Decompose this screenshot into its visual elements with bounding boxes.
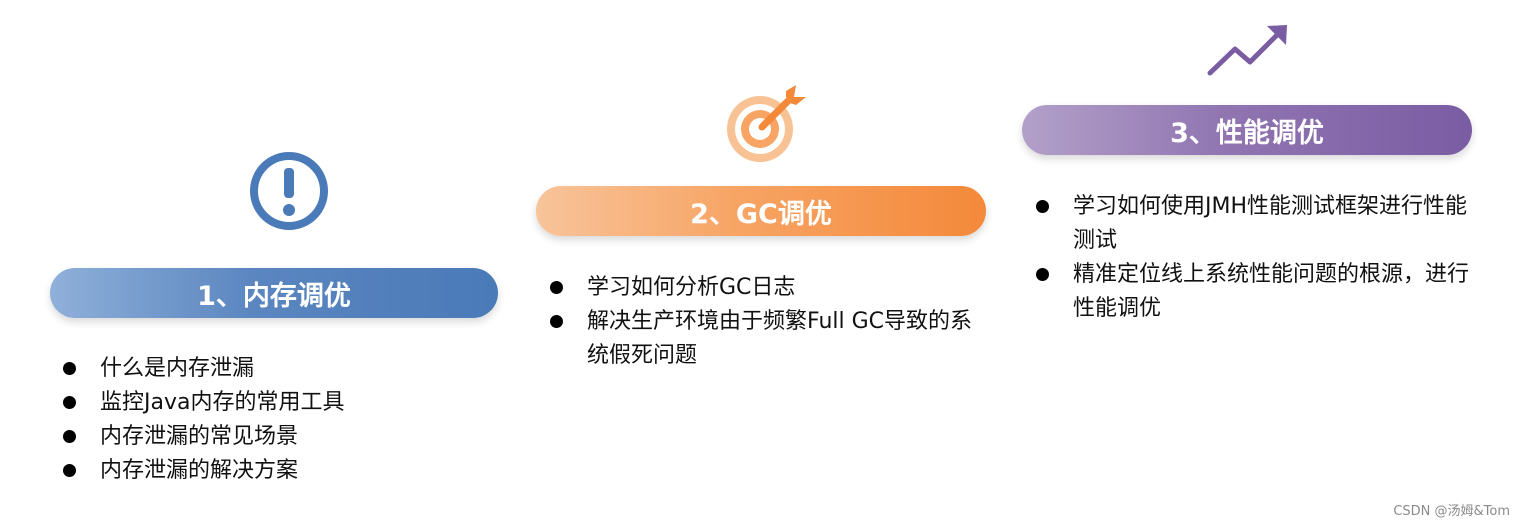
- section-1-title: 1、内存调优: [50, 268, 498, 318]
- section-3-list: 学习如何使用JMH性能测试框架进行性能测试 精准定位线上系统性能问题的根源，进行…: [1036, 190, 1476, 326]
- list-item: 解决生产环境由于频繁Full GC导致的系统假死问题: [550, 305, 980, 373]
- list-item: 内存泄漏的常见场景: [63, 420, 483, 454]
- section-1-list: 什么是内存泄漏 监控Java内存的常用工具 内存泄漏的常见场景 内存泄漏的解决方…: [63, 352, 483, 488]
- list-item: 内存泄漏的解决方案: [63, 454, 483, 488]
- list-item: 学习如何分析GC日志: [550, 271, 980, 305]
- list-item: 学习如何使用JMH性能测试框架进行性能测试: [1036, 190, 1476, 258]
- diagram-canvas: 1、内存调优 什么是内存泄漏 监控Java内存的常用工具 内存泄漏的常见场景 内…: [0, 0, 1526, 527]
- list-item: 监控Java内存的常用工具: [63, 386, 483, 420]
- section-2-list: 学习如何分析GC日志 解决生产环境由于频繁Full GC导致的系统假死问题: [550, 271, 980, 373]
- target-dart-icon: [724, 83, 810, 169]
- section-3-title: 3、性能调优: [1022, 105, 1472, 155]
- list-item: 什么是内存泄漏: [63, 352, 483, 386]
- trend-up-arrow-icon: [1205, 22, 1291, 80]
- section-2-title: 2、GC调优: [536, 186, 986, 236]
- exclamation-circle-icon: [248, 150, 330, 232]
- list-item: 精准定位线上系统性能问题的根源，进行性能调优: [1036, 258, 1476, 326]
- watermark: CSDN @汤姆&Tom: [1393, 504, 1510, 519]
